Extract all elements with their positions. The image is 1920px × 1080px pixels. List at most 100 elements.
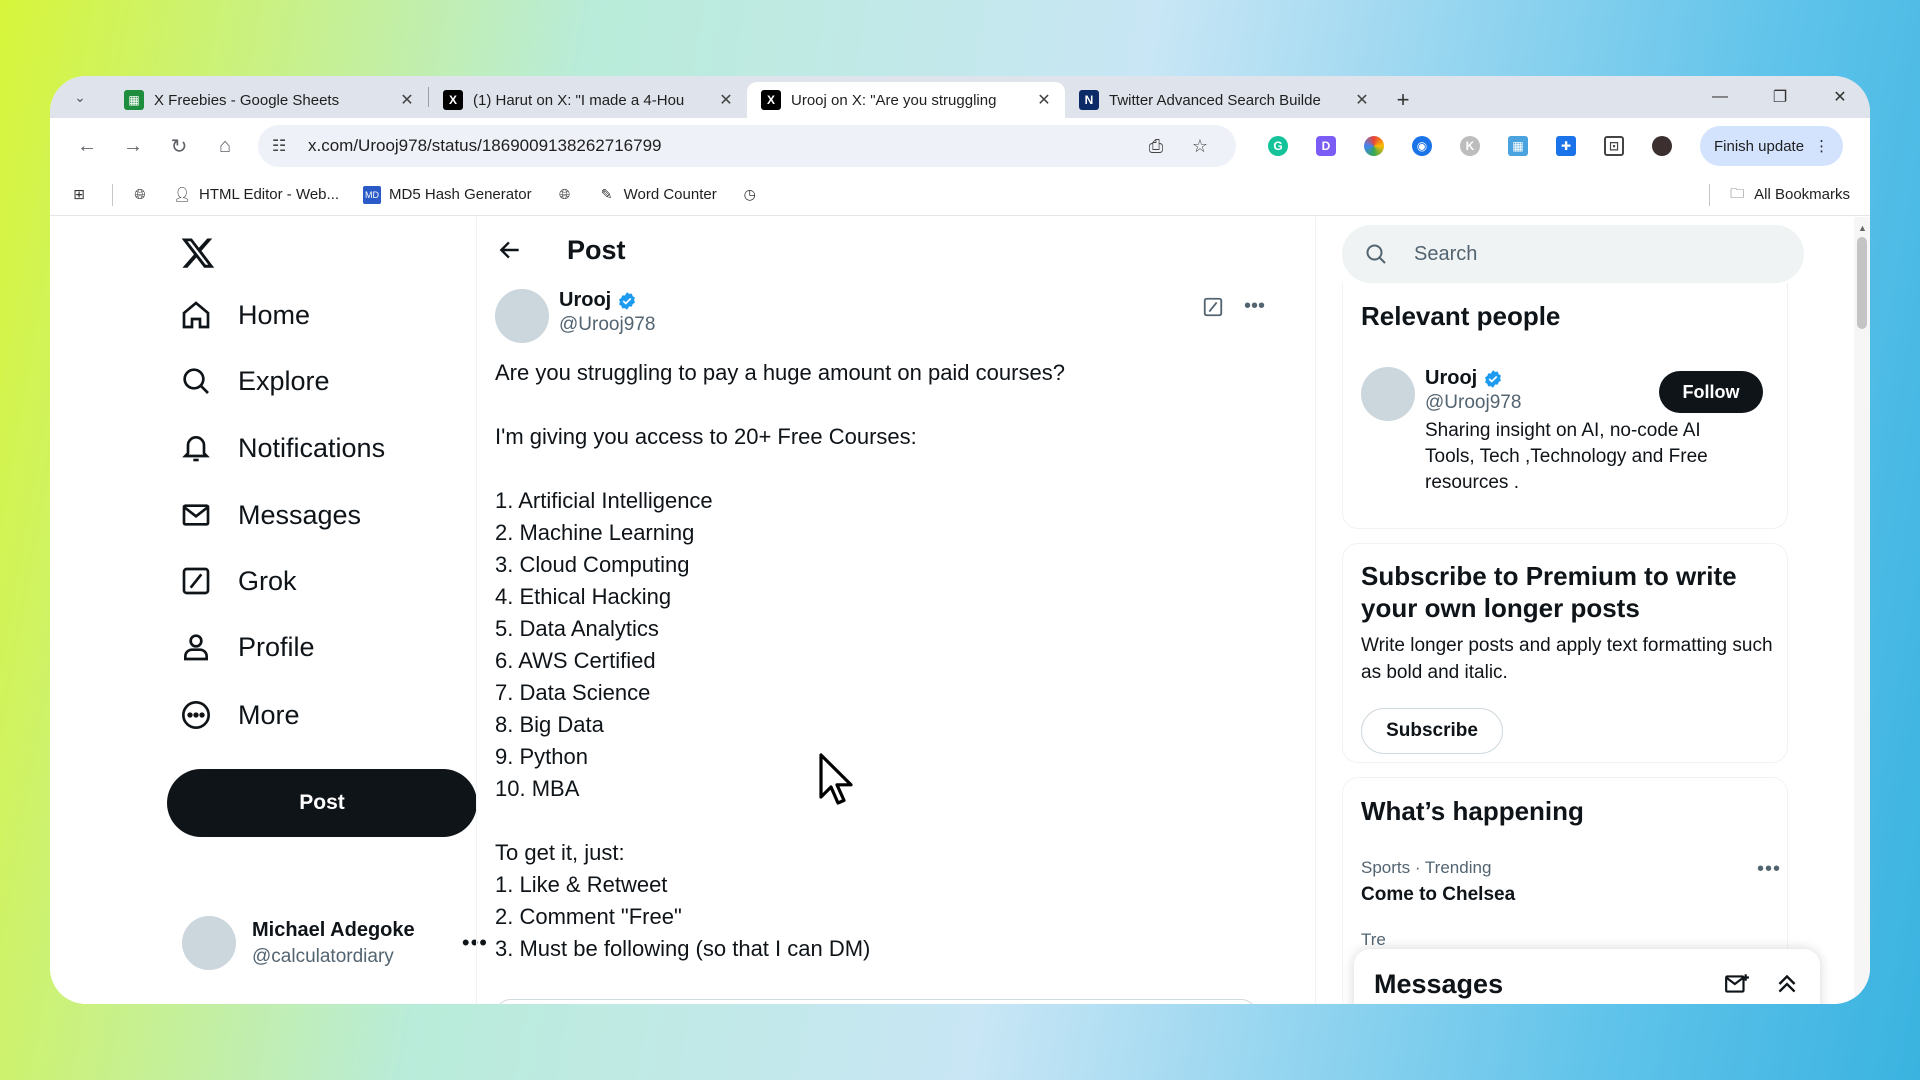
nav-home[interactable]: Home: [180, 299, 310, 331]
course-item: 9. Python: [495, 744, 588, 769]
avatar[interactable]: [1361, 367, 1415, 421]
media-card[interactable]: [495, 999, 1257, 1004]
finish-update-button[interactable]: Finish update ⋮: [1700, 126, 1844, 166]
finish-update-label: Finish update: [1714, 137, 1805, 155]
tab-harut[interactable]: X (1) Harut on X: "I made a 4-Hou ✕: [429, 82, 747, 118]
author-name[interactable]: Urooj: [559, 289, 611, 312]
site-settings-icon[interactable]: ☷: [272, 136, 300, 156]
nav-messages[interactable]: Messages: [180, 499, 361, 531]
grok-icon: [182, 567, 210, 595]
x-logo-icon[interactable]: [180, 235, 216, 271]
nav-grok[interactable]: Grok: [180, 565, 297, 597]
close-window-icon[interactable]: ✕: [1810, 87, 1870, 107]
nav-explore[interactable]: Explore: [180, 365, 330, 397]
bell-icon: [182, 436, 210, 462]
search-icon: [1366, 244, 1386, 264]
bookmark-label: HTML Editor - Web...: [199, 186, 340, 203]
profile-avatar-icon[interactable]: [1638, 126, 1686, 166]
nav-profile[interactable]: Profile: [180, 631, 315, 663]
history-icon[interactable]: ◷: [741, 186, 759, 204]
bookmark-word-counter[interactable]: ✎ Word Counter: [598, 186, 717, 204]
tab-strip: ⌄ ▦ X Freebies - Google Sheets ✕ X (1) H…: [50, 76, 1870, 118]
forward-arrow-icon[interactable]: →: [110, 126, 156, 166]
install-app-icon[interactable]: ⎙: [1134, 136, 1178, 157]
kebab-menu-icon: ⋮: [1814, 138, 1830, 155]
folder-icon: 🗀︎: [1730, 184, 1745, 201]
tab-urooj-active[interactable]: X Urooj on X: "Are you struggling ✕: [747, 82, 1065, 118]
close-icon[interactable]: ✕: [1353, 90, 1371, 110]
more-dots-icon[interactable]: •••: [1244, 295, 1265, 318]
all-bookmarks[interactable]: 🗀︎ All Bookmarks: [1728, 184, 1850, 204]
scroll-thumb[interactable]: [1857, 237, 1867, 329]
home-icon: [182, 301, 210, 329]
minimize-icon[interactable]: —: [1690, 88, 1750, 106]
close-icon[interactable]: ✕: [398, 90, 416, 110]
reload-icon[interactable]: ↻: [156, 126, 202, 166]
step-item: 2. Comment "Free": [495, 904, 682, 929]
map-icon[interactable]: ▦: [1494, 126, 1542, 166]
globe-icon[interactable]: 🌐︎: [556, 186, 574, 204]
bookmarks-bar: ⊞ 🌐︎ 👤︎ HTML Editor - Web... MD MD5 Hash…: [50, 174, 1870, 216]
nav-more[interactable]: More: [180, 699, 300, 731]
back-arrow-icon[interactable]: [497, 237, 523, 263]
page-scrollbar[interactable]: ▲: [1854, 217, 1870, 1004]
subscribe-button[interactable]: Subscribe: [1361, 708, 1503, 754]
apps-grid-icon[interactable]: ⊞: [70, 186, 88, 204]
nav-notifications[interactable]: Notifications: [180, 432, 385, 464]
close-icon[interactable]: ✕: [717, 90, 735, 110]
color-wheel-icon[interactable]: [1350, 126, 1398, 166]
address-bar[interactable]: ☷ x.com/Urooj978/status/1869009138262716…: [258, 125, 1236, 167]
step-item: 3. Must be following (so that I can DM): [495, 936, 871, 961]
post-author: Urooj @Urooj978 •••: [495, 289, 1265, 349]
account-switcher[interactable]: Michael Adegoke @calculatordiary •••: [182, 913, 502, 973]
course-item: 4. Ethical Hacking: [495, 584, 672, 609]
puzzle-blue-icon[interactable]: ✚: [1542, 126, 1590, 166]
premium-description: Write longer posts and apply text format…: [1361, 635, 1773, 683]
extensions-puzzle-icon[interactable]: ⊡: [1590, 126, 1638, 166]
course-item: 7. Data Science: [495, 680, 651, 705]
premium-panel: Subscribe to Premium to write your own l…: [1342, 543, 1788, 763]
post-column: Post Urooj @Urooj978 ••• Are you struggl…: [476, 217, 1316, 1004]
bookmark-md5[interactable]: MD MD5 Hash Generator: [363, 185, 532, 204]
follow-button[interactable]: Follow: [1659, 371, 1763, 413]
avatar[interactable]: [495, 289, 549, 343]
extension-k-icon[interactable]: K: [1446, 126, 1494, 166]
new-tab-button[interactable]: +: [1383, 82, 1423, 118]
person-name[interactable]: Urooj: [1425, 367, 1477, 390]
trend-category: Sports · Trending: [1361, 858, 1492, 877]
md5-icon: MD: [363, 185, 382, 204]
trend-item[interactable]: Sports · Trending Come to Chelsea •••: [1361, 858, 1781, 906]
home-icon[interactable]: ⌂: [202, 126, 248, 166]
author-handle[interactable]: @Urooj978: [559, 314, 655, 336]
search-input[interactable]: Search: [1342, 225, 1804, 283]
bookmark-star-icon[interactable]: ☆: [1178, 136, 1222, 157]
course-item: 1. Artificial Intelligence: [495, 488, 713, 513]
url-text[interactable]: x.com/Urooj978/status/186900913826271679…: [300, 136, 1134, 156]
grok-icon[interactable]: [1202, 296, 1224, 318]
browser-window: ⌄ ▦ X Freebies - Google Sheets ✕ X (1) H…: [50, 76, 1870, 1004]
globe-icon[interactable]: 🌐︎: [131, 186, 149, 204]
tab-google-sheets[interactable]: ▦ X Freebies - Google Sheets ✕: [110, 82, 428, 118]
tab-advanced-search[interactable]: N Twitter Advanced Search Builde ✕: [1065, 82, 1383, 118]
extensions-row: G D ◉ K ▦ ✚ ⊡: [1254, 126, 1686, 166]
extension-blue-icon[interactable]: ◉: [1398, 126, 1446, 166]
chevron-up-icon[interactable]: [1774, 971, 1800, 997]
bookmark-html-editor[interactable]: 👤︎ HTML Editor - Web...: [173, 186, 339, 204]
post-button[interactable]: Post: [167, 769, 477, 837]
back-arrow-icon[interactable]: ←: [64, 126, 110, 166]
bookmark-label: Word Counter: [623, 186, 717, 203]
window-controls: — ❐ ✕: [1690, 76, 1870, 118]
close-icon[interactable]: ✕: [1035, 90, 1053, 110]
envelope-icon: [182, 504, 210, 526]
messages-drawer[interactable]: Messages: [1354, 949, 1820, 1004]
more-dots-icon[interactable]: •••: [1757, 858, 1781, 881]
restore-icon[interactable]: ❐: [1750, 87, 1810, 107]
scroll-up-icon[interactable]: ▲: [1858, 223, 1867, 233]
tab-search-icon[interactable]: ⌄: [50, 76, 110, 118]
post-header: Post: [477, 217, 1315, 283]
tab-title: Urooj on X: "Are you struggling: [791, 91, 997, 109]
extension-d-icon[interactable]: D: [1302, 126, 1350, 166]
new-message-icon[interactable]: [1724, 971, 1750, 997]
grammarly-icon[interactable]: G: [1254, 126, 1302, 166]
verified-badge-icon: [619, 291, 636, 310]
